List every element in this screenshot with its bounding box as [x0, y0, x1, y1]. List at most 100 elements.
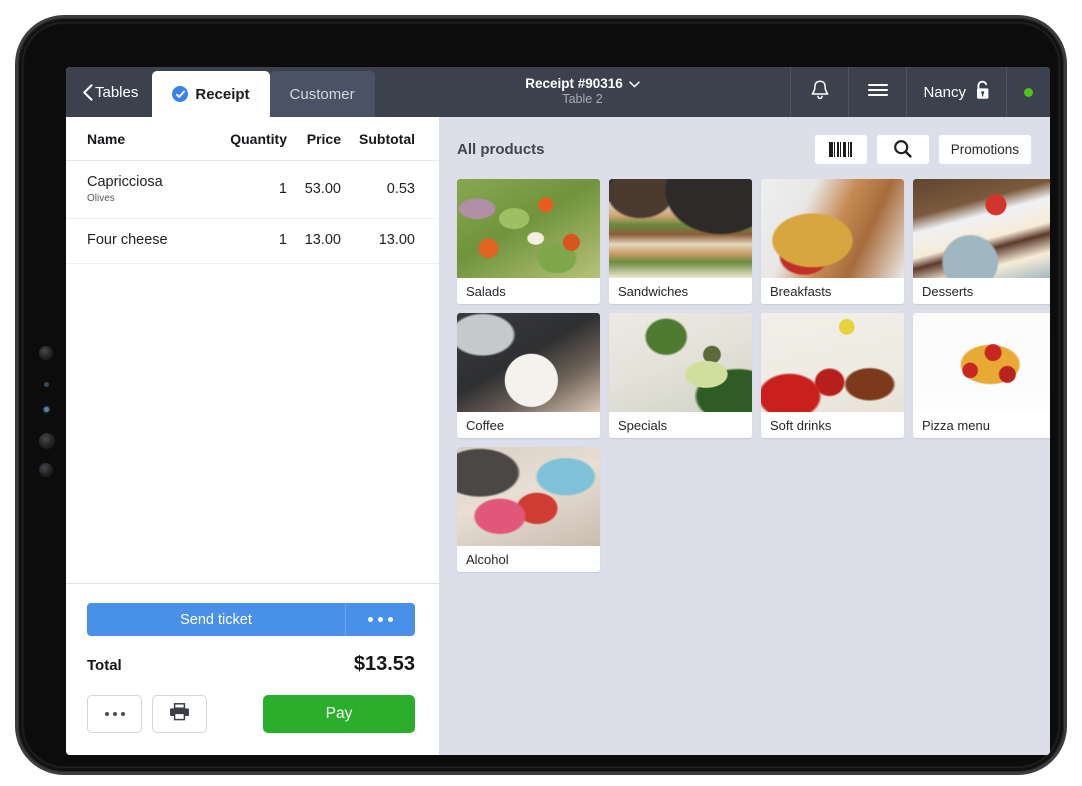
hamburger-menu-icon [867, 82, 889, 103]
screenshot-stage: Tables Receipt Customer Receipt #90316 T… [0, 0, 1082, 786]
ellipsis-icon-dot [368, 617, 373, 622]
line-item-note: Olives [87, 192, 115, 204]
tab-customer-label: Customer [289, 85, 355, 103]
tablet-speaker-dot-3 [39, 463, 53, 477]
receipt-number-dropdown[interactable]: Receipt #90316 [525, 76, 640, 91]
products-title: All products [457, 141, 545, 158]
back-to-tables-button[interactable]: Tables [66, 67, 152, 117]
pizza-slice-photo [913, 313, 1050, 412]
products-panel: All products Promotions Salads Sandwiche… [439, 117, 1050, 755]
send-ticket-label: Send ticket [180, 611, 252, 628]
product-category-label: Sandwiches [609, 278, 752, 304]
printer-icon [169, 702, 190, 726]
product-category-label: Pizza menu [913, 412, 1050, 438]
product-category-card[interactable]: Alcohol [457, 447, 600, 572]
waffle-photo [761, 179, 904, 278]
product-category-card[interactable]: Sandwiches [609, 179, 752, 304]
product-category-card[interactable]: Desserts [913, 179, 1050, 304]
line-item-price: 13.00 [304, 232, 341, 249]
product-category-card[interactable]: Soft drinks [761, 313, 904, 438]
search-icon [893, 139, 912, 161]
promotions-button[interactable]: Promotions [937, 134, 1032, 165]
chevron-down-icon [629, 76, 640, 91]
tab-customer[interactable]: Customer [269, 71, 375, 117]
product-category-label: Soft drinks [761, 412, 904, 438]
line-item-subtotal: 13.00 [378, 232, 415, 249]
cola-photo [761, 313, 904, 412]
line-item-quantity: 1 [278, 232, 287, 249]
line-item-name-group: Capricciosa Olives [87, 174, 225, 204]
online-status-dot [1024, 87, 1033, 97]
receipt-number-label: Receipt #90316 [525, 76, 623, 91]
ellipsis-icon-dot [378, 617, 383, 622]
line-item-quantity: 1 [278, 180, 287, 197]
tablet-screen: Tables Receipt Customer Receipt #90316 T… [66, 67, 1050, 755]
product-category-card[interactable]: Coffee [457, 313, 600, 438]
current-user-name: Nancy [923, 83, 966, 101]
ellipsis-icon-dot [120, 712, 125, 716]
app-top-bar: Tables Receipt Customer Receipt #90316 T… [66, 67, 1050, 117]
check-circle-icon [172, 86, 189, 102]
main-menu-button[interactable] [848, 67, 906, 117]
cocktails-photo [457, 447, 600, 546]
ellipsis-icon-dot [388, 617, 393, 622]
product-category-card[interactable]: Pizza menu [913, 313, 1050, 438]
column-header-subtotal: Subtotal [359, 131, 415, 147]
current-user-button[interactable]: Nancy [906, 67, 1006, 117]
table-label: Table 2 [562, 92, 603, 106]
promotions-label: Promotions [950, 142, 1019, 157]
bell-icon [810, 79, 830, 106]
product-category-card[interactable]: Salads [457, 179, 600, 304]
app-body: Name Quantity Price Subtotal Capricciosa… [66, 117, 1050, 755]
send-ticket-more-button[interactable] [345, 603, 415, 636]
line-item-name: Capricciosa [87, 174, 163, 190]
ellipsis-icon-dot [104, 712, 109, 716]
barcode-icon [829, 142, 853, 157]
barcode-scan-button[interactable] [813, 134, 868, 165]
tablet-speaker-dot-1 [39, 346, 53, 360]
column-header-name: Name [87, 131, 126, 147]
total-value: $13.53 [353, 653, 415, 675]
salad-photo [457, 179, 600, 278]
connection-status [1006, 67, 1050, 117]
ellipsis-icon-dot [112, 712, 117, 716]
line-item-name-group: Four cheese [87, 232, 225, 249]
chevron-left-icon [82, 84, 93, 101]
send-ticket-button[interactable]: Send ticket [87, 603, 345, 636]
product-category-label: Coffee [457, 412, 600, 438]
tab-receipt[interactable]: Receipt [152, 71, 270, 117]
order-panel: Name Quantity Price Subtotal Capricciosa… [66, 117, 439, 755]
line-item-price: 53.00 [304, 180, 341, 197]
column-header-price: Price [306, 131, 341, 147]
send-ticket-group: Send ticket [87, 603, 415, 636]
pay-button[interactable]: Pay [263, 695, 415, 733]
products-header: All products Promotions [457, 134, 1032, 165]
sandwich-photo [609, 179, 752, 278]
product-category-label: Breakfasts [761, 278, 904, 304]
tab-receipt-label: Receipt [195, 85, 250, 103]
tablet-speaker-dot-2 [39, 433, 55, 449]
notifications-button[interactable] [790, 67, 848, 117]
vegetables-photo [609, 313, 752, 412]
back-to-tables-label: Tables [95, 83, 139, 101]
more-actions-button[interactable] [87, 695, 142, 733]
receipt-header-block: Receipt #90316 Table 2 [375, 67, 791, 117]
line-item-name: Four cheese [87, 231, 168, 248]
table-row[interactable]: Capricciosa Olives 1 53.00 0.53 [66, 161, 439, 219]
order-action-row: Pay [87, 695, 415, 733]
product-category-card[interactable]: Breakfasts [761, 179, 904, 304]
line-item-subtotal: 0.53 [386, 180, 415, 197]
product-category-grid: Salads Sandwiches Breakfasts Desserts Co… [457, 179, 1050, 572]
order-footer: Send ticket Total $13.53 Pay [66, 583, 439, 755]
product-category-label: Salads [457, 278, 600, 304]
table-row[interactable]: Four cheese 1 13.00 13.00 [66, 219, 439, 264]
order-total-row: Total $13.53 [87, 653, 415, 676]
search-products-button[interactable] [875, 134, 930, 165]
product-category-card[interactable]: Specials [609, 313, 752, 438]
products-header-actions: Promotions [813, 134, 1032, 165]
print-receipt-button[interactable] [152, 695, 207, 733]
unlocked-padlock-icon [973, 80, 990, 104]
product-category-label: Desserts [913, 278, 1050, 304]
cake-slice-photo [913, 179, 1050, 278]
order-line-items: Capricciosa Olives 1 53.00 0.53 Four che… [66, 161, 439, 583]
